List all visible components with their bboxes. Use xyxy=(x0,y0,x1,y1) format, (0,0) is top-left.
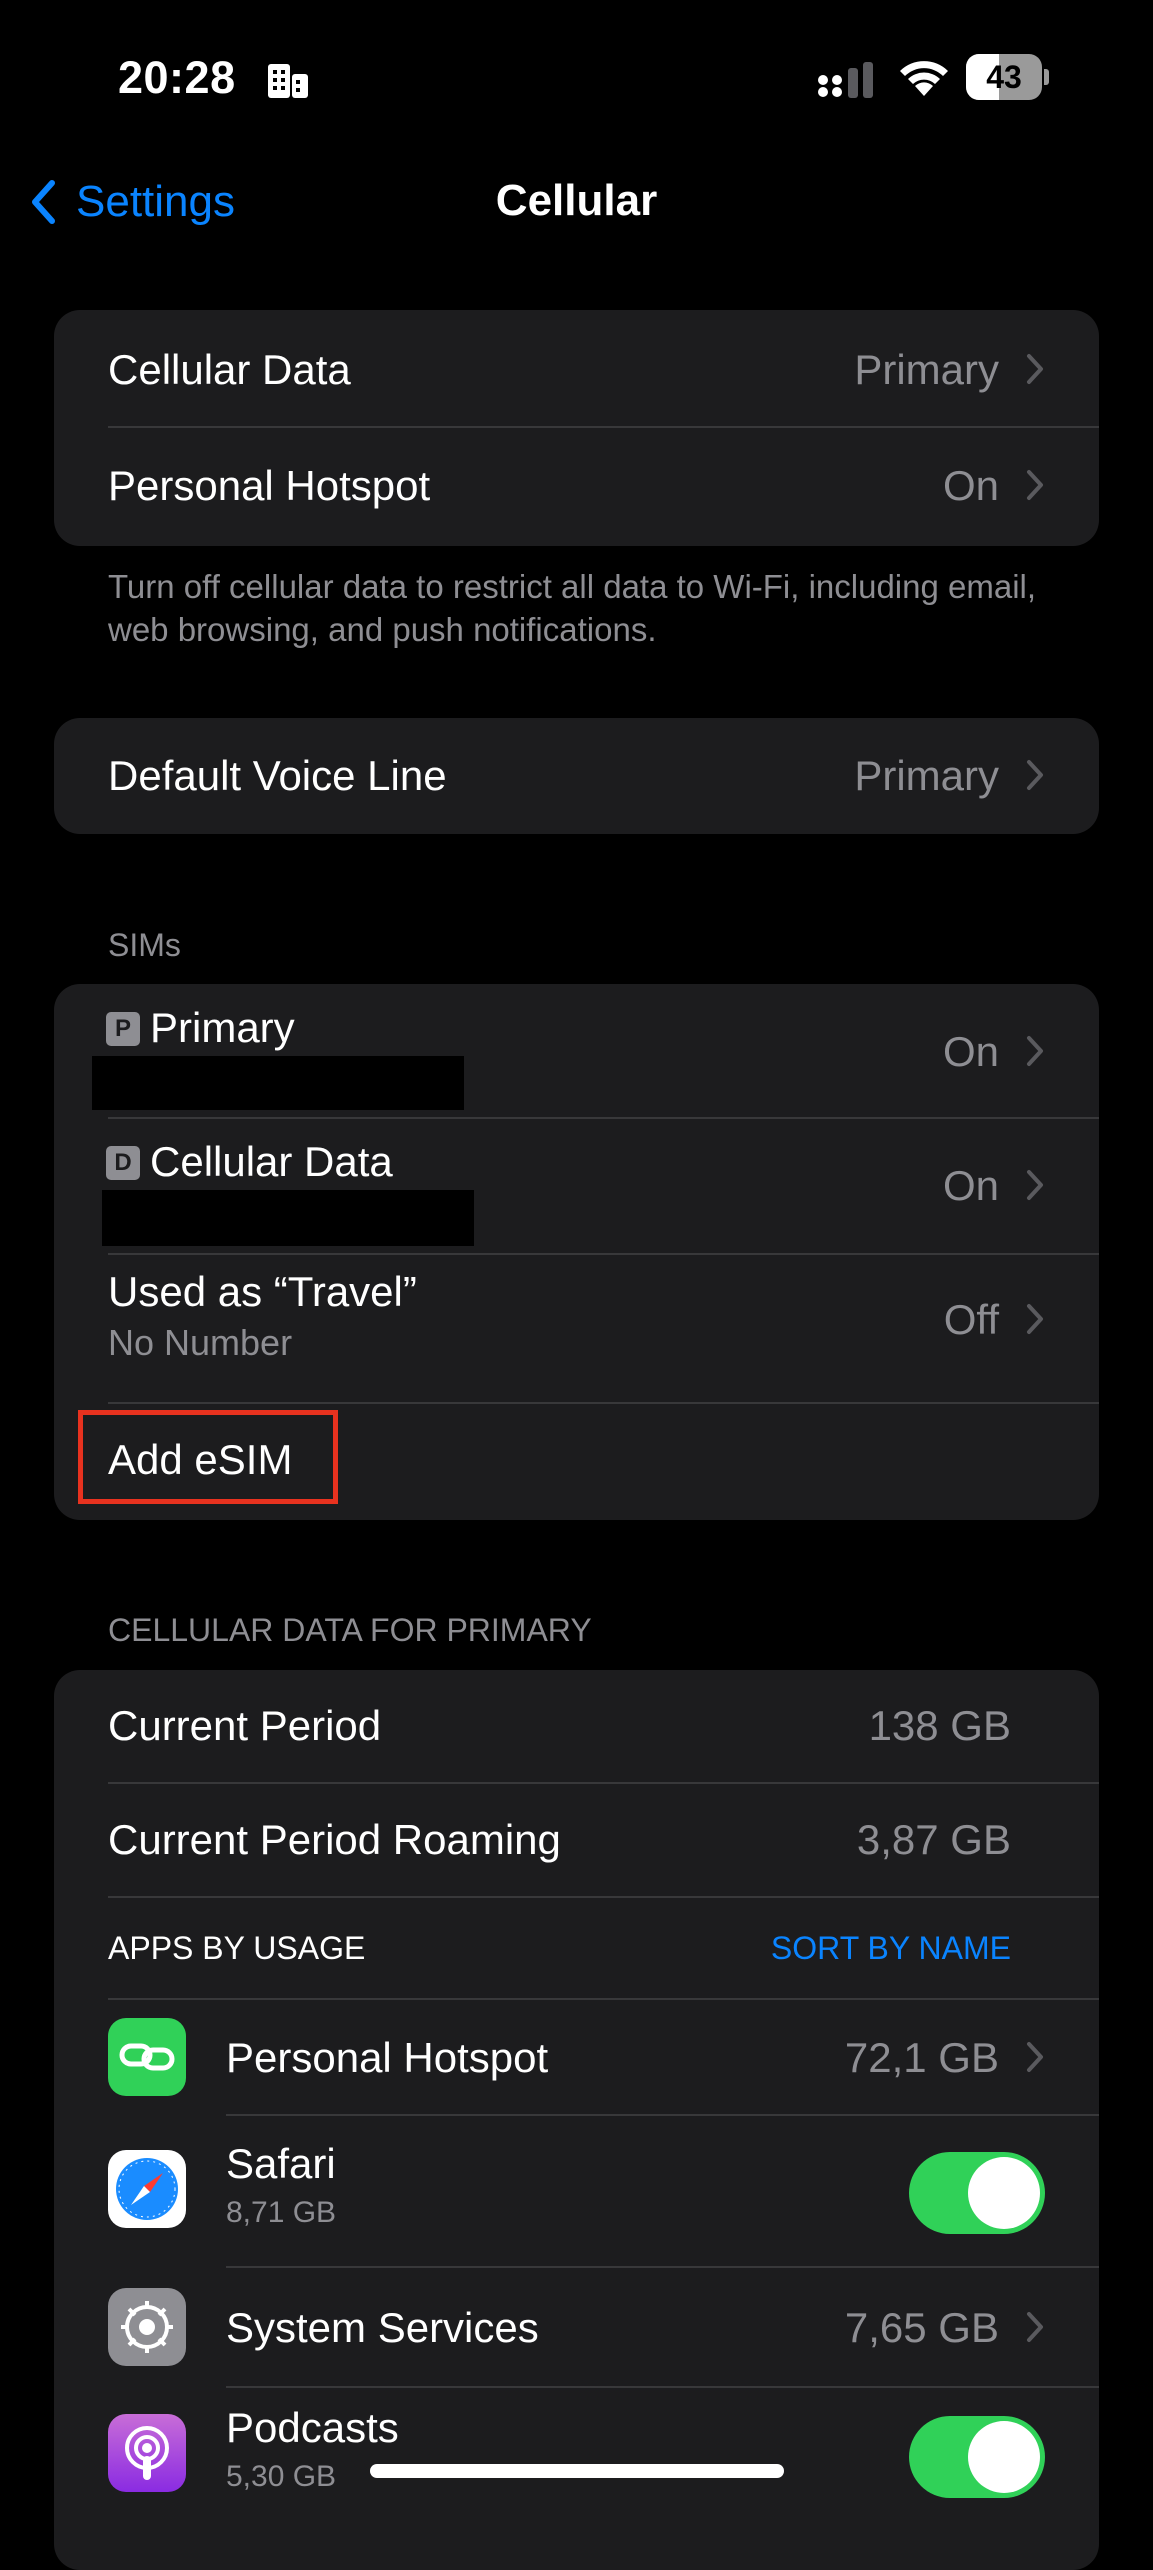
voice-line-group: Default Voice Line Primary xyxy=(54,718,1099,834)
row-value: Off xyxy=(943,1296,999,1343)
chevron-right-icon xyxy=(1027,1036,1043,1066)
hotspot-icon xyxy=(108,2018,186,2096)
app-usage: 7,65 GB xyxy=(844,2304,999,2351)
apps-by-usage-label: APPS BY USAGE xyxy=(108,1930,366,1966)
app-row[interactable]: Personal Hotspot 72,1 GB xyxy=(54,2000,1099,2114)
row-label: Cellular Data xyxy=(108,346,351,393)
chevron-right-icon xyxy=(1027,1304,1043,1334)
home-indicator[interactable] xyxy=(370,2464,784,2478)
chevron-right-icon xyxy=(1027,2042,1043,2072)
sim-travel-row[interactable]: Used as “Travel” No Number Off xyxy=(54,1254,1099,1388)
sims-header: SIMs xyxy=(108,927,181,963)
app-name: Personal Hotspot xyxy=(226,2034,549,2081)
sims-group: P Primary On D Cellular Data On Used as “T… xyxy=(54,984,1099,1520)
sim-badge: D xyxy=(106,1146,140,1180)
sim-cellular-data-row[interactable]: D Cellular Data On xyxy=(54,1118,1099,1254)
chevron-right-icon xyxy=(1027,760,1043,790)
row-label: D Cellular Data xyxy=(106,1138,393,1186)
chevron-right-icon xyxy=(1027,1170,1043,1200)
cellular-data-row[interactable]: Cellular Data Primary xyxy=(54,310,1099,428)
row-label: Current Period Roaming xyxy=(108,1816,561,1863)
app-name: Podcasts xyxy=(226,2404,399,2451)
cellular-footer-text: Turn off cellular data to restrict all d… xyxy=(108,568,1037,648)
cellular-settings-group: Cellular Data Primary Personal Hotspot O… xyxy=(54,310,1099,546)
chevron-right-icon xyxy=(1027,2312,1043,2342)
wifi-icon xyxy=(900,61,948,96)
row-label: P Primary xyxy=(106,1004,295,1052)
row-value: Primary xyxy=(854,752,999,799)
row-label: Default Voice Line xyxy=(108,752,447,799)
usage-group: Current Period 138 GB Current Period Roa… xyxy=(54,1670,1099,2570)
safari-toggle[interactable] xyxy=(909,2152,1045,2234)
app-name: Safari xyxy=(226,2140,336,2187)
row-label: Current Period xyxy=(108,1702,382,1749)
apps-by-usage-row: APPS BY USAGE SORT BY NAME xyxy=(54,1898,1099,1998)
app-usage: 8,71 GB xyxy=(226,2196,337,2229)
redacted-number xyxy=(92,1056,464,1110)
page-title: Cellular xyxy=(495,176,658,225)
building-icon xyxy=(268,64,308,98)
row-label: Personal Hotspot xyxy=(108,462,431,509)
current-period-row: Current Period 138 GB xyxy=(54,1670,1099,1784)
default-voice-line-row[interactable]: Default Voice Line Primary xyxy=(54,718,1099,834)
chevron-right-icon xyxy=(1027,470,1043,500)
battery-indicator: 43 xyxy=(966,54,1050,100)
personal-hotspot-row[interactable]: Personal Hotspot On xyxy=(54,428,1099,546)
app-usage: 5,30 GB xyxy=(226,2460,337,2493)
app-name: System Services xyxy=(226,2304,539,2351)
gear-icon xyxy=(108,2288,186,2366)
status-time: 20:28 xyxy=(118,52,236,103)
highlight-box xyxy=(78,1410,338,1504)
roaming-row: Current Period Roaming 3,87 GB xyxy=(54,1784,1099,1898)
sim-badge: P xyxy=(106,1012,140,1046)
app-usage: 72,1 GB xyxy=(844,2034,999,2081)
row-value: On xyxy=(942,1162,999,1209)
usage-header: CELLULAR DATA FOR PRIMARY xyxy=(108,1612,592,1648)
row-value: 3,87 GB xyxy=(856,1816,1011,1863)
safari-icon xyxy=(108,2150,186,2228)
battery-percentage: 43 xyxy=(986,59,1022,95)
sim-label: Cellular Data xyxy=(150,1138,393,1185)
podcasts-toggle[interactable] xyxy=(909,2416,1045,2498)
sim-label: Primary xyxy=(150,1004,295,1051)
redacted-number xyxy=(102,1190,474,1246)
podcasts-icon xyxy=(108,2414,186,2492)
app-row: Podcasts 5,30 GB xyxy=(54,2388,1099,2538)
row-value: 138 GB xyxy=(868,1702,1011,1749)
app-row[interactable]: System Services 7,65 GB xyxy=(54,2268,1099,2386)
row-value: On xyxy=(942,1028,999,1075)
signal-icon xyxy=(818,62,873,98)
row-sublabel: No Number xyxy=(108,1322,293,1363)
add-esim-row: Add eSIM xyxy=(54,1404,1099,1520)
row-value: Primary xyxy=(854,346,999,393)
chevron-right-icon xyxy=(1027,354,1043,384)
app-row: Safari 8,71 GB xyxy=(54,2116,1099,2266)
row-value: On xyxy=(942,462,999,509)
sim-primary-row[interactable]: P Primary On xyxy=(54,984,1099,1118)
sort-by-name-button[interactable]: SORT BY NAME xyxy=(771,1930,1011,1967)
row-label: Used as “Travel” xyxy=(108,1268,417,1315)
